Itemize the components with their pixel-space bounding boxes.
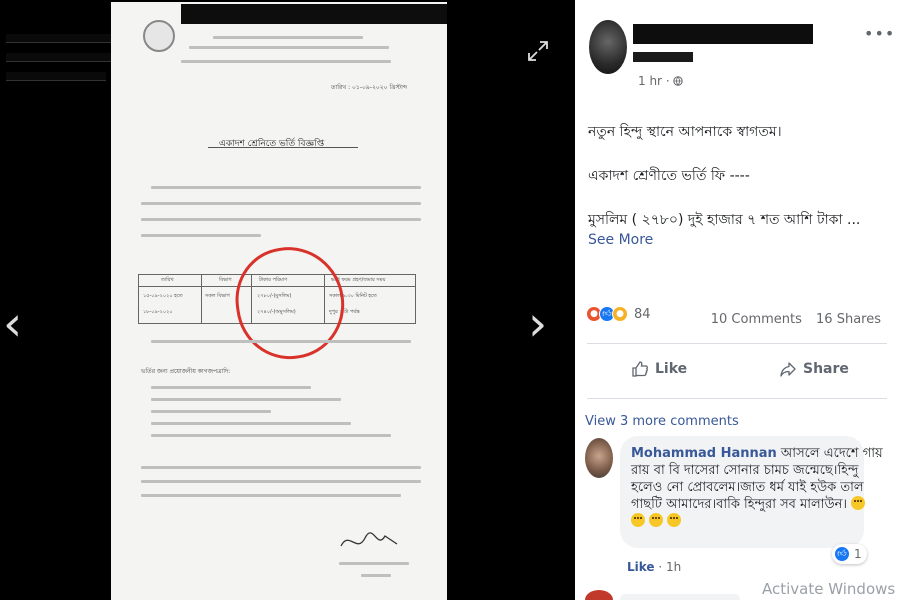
pensive-emoji-icon [649,513,664,527]
document-date: তারিখ : ০১-০৯-২০২০ খ্রিস্টাব্দ [331,84,408,91]
comment-actions: Like · 1h [627,560,682,574]
windows-activation-watermark: Activate Windows [762,580,896,598]
post-meta: 1 hr · [638,74,684,88]
table-cell-date-end: ১৮-০৯-২০২০ [143,309,173,315]
comment-text-line-4: গাছটি আমাদের।বাকি হিন্দুরা সব মালাউন। [631,497,848,512]
post-line-3: মুসলিম ( ২৭৮০) দুই হাজার ৭ শত আশি টাকা .… [588,212,861,228]
previous-photo-button[interactable]: ‹ [3,300,22,348]
view-more-comments-link[interactable]: View 3 more comments [585,414,739,429]
photo-viewer: তারিখ : ০১-০৯-২০২০ খ্রিস্টাব্দ একাদশ শ্র… [0,0,575,600]
like-reaction-icon: 👍︎ [834,546,850,562]
expand-icon[interactable] [527,40,549,62]
next-commenter-avatar[interactable] [585,590,613,600]
redacted-author-name [633,24,813,44]
red-circle-annotation [228,240,352,366]
comment-text-line-3: হলেও নো প্রোবলেম।জাত ধর্ম যাই হউক তাল [631,480,864,495]
like-button[interactable]: Like [631,360,687,378]
share-label: Share [803,361,849,377]
share-button[interactable]: Share [779,360,849,378]
shares-count[interactable]: 16 Shares [816,312,881,327]
commenter-avatar[interactable] [585,438,613,478]
comment-author[interactable]: Mohammad Hannan [631,446,777,461]
post-line-2: একাদশ শ্রেণীতে ভর্তি ফি ---- [588,168,750,184]
table-cell-dept: সকল বিভাগ [205,293,230,299]
signature-icon [340,532,398,547]
table-header-date: তারিখ [161,277,174,283]
redacted-subtitle [633,52,693,62]
comment-reaction-badge[interactable]: 👍︎ 1 [832,544,867,564]
pensive-emoji-icon [631,513,645,527]
document-title: একাদশ শ্রেনিতে ভর্তি বিজ্ঞপ্তি [219,139,325,149]
table-header-dept: বিভাগ [219,277,232,283]
reaction-summary[interactable]: ● 👍︎ ● 84 [586,306,651,322]
reaction-count: 84 [634,306,651,322]
table-cell-date-start: ১৫-০৯-২০২০ হতে [143,293,183,299]
government-seal-icon [143,20,175,52]
comments-count[interactable]: 10 Comments [711,312,802,327]
comment-bubble: Mohammad Hannan আসলে এদেশে গায় রায় বা … [620,436,883,548]
redacted-letterhead [181,4,447,24]
post-line-1: নতুন হিন্দু স্থানে আপনাকে স্বাগতম। [588,124,782,140]
globe-icon [673,76,684,86]
comment-text-line-1: আসলে এদেশে গায় [780,446,883,461]
comment-time[interactable]: 1h [666,560,681,574]
comment-like-link[interactable]: Like [627,560,655,574]
engagement-counts: 10 Comments 16 Shares [711,312,881,327]
thumbs-up-icon [632,361,648,377]
pensive-emoji-icon [667,513,682,527]
document-section-heading: ভর্তির জন্য প্রয়োজনীয় কাগজপত্রাদি: [141,368,231,375]
document-photo: তারিখ : ০১-০৯-২০২০ খ্রিস্টাব্দ একাদশ শ্র… [111,2,447,600]
more-options-icon[interactable]: ••• [864,24,895,43]
next-comment-bubble [620,594,740,600]
pensive-emoji-icon [851,496,866,510]
post-time[interactable]: 1 hr [638,74,662,88]
sad-reaction-icon: ● [612,306,628,322]
comment-text-line-2: রায় বা বি দাসেরা সোনার চামচ জন্মেছে।হিন… [631,463,859,478]
next-photo-button[interactable]: › [528,300,547,348]
share-icon [780,362,796,377]
post-panel: 1 hr · ••• নতুন হিন্দু স্থানে আপনাকে স্ব… [575,0,900,600]
like-label: Like [655,361,688,377]
author-avatar[interactable] [589,20,627,74]
comment-reaction-count: 1 [854,547,862,561]
see-more-link[interactable]: See More [588,232,653,248]
